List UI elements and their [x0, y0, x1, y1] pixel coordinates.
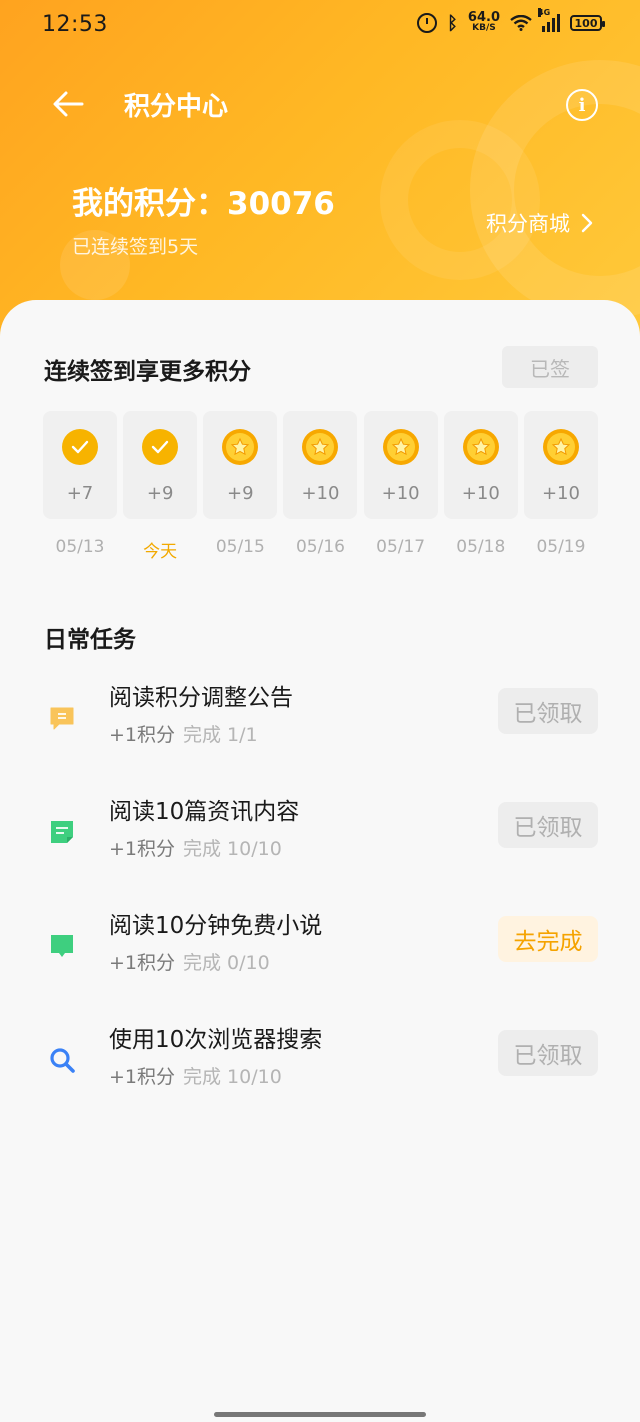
- task-points: +1积分: [109, 1066, 176, 1088]
- battery-icon: 100: [570, 15, 605, 31]
- sign-in-day: +10 05/17: [363, 411, 438, 562]
- task-points: +1积分: [109, 838, 176, 860]
- day-date: 05/17: [376, 537, 426, 557]
- task-meta: +1积分 完成 1/1: [109, 720, 258, 747]
- task-name: 阅读积分调整公告: [109, 685, 293, 711]
- sign-in-day: +10 05/18: [443, 411, 518, 562]
- sign-in-day: +10 05/16: [283, 411, 358, 562]
- day-points: +10: [461, 483, 500, 504]
- home-indicator[interactable]: [214, 1412, 426, 1417]
- task-item[interactable]: 阅读10分钟免费小说 +1积分 完成 0/10 去完成: [0, 906, 640, 986]
- my-points: 我的积分：30076: [72, 186, 335, 222]
- net-speed-unit: KB/S: [472, 23, 496, 33]
- sign-in-day-box: +10: [283, 411, 358, 519]
- news-icon: [48, 818, 76, 846]
- streak-text: 已连续签到5天: [72, 236, 199, 258]
- day-points: +9: [227, 483, 254, 504]
- task-name: 使用10次浏览器搜索: [109, 1027, 323, 1053]
- task-item[interactable]: 使用10次浏览器搜索 +1积分 完成 10/10 已领取: [0, 1020, 640, 1100]
- day-date: 05/19: [536, 537, 586, 557]
- sign-in-day: +7 05/13: [43, 411, 117, 562]
- day-date: 05/18: [456, 537, 506, 557]
- task-name: 阅读10篇资讯内容: [109, 799, 300, 825]
- sign-in-day-box: +10: [443, 411, 518, 519]
- signal-label: 4G: [538, 8, 551, 17]
- task-meta: +1积分 完成 10/10: [109, 1062, 282, 1089]
- daily-tasks-title: 日常任务: [44, 627, 136, 653]
- task-item[interactable]: 阅读10篇资讯内容 +1积分 完成 10/10 已领取: [0, 792, 640, 872]
- day-date: 05/16: [295, 537, 345, 557]
- task-progress: 完成 10/10: [183, 838, 282, 860]
- sign-in-day: +9 05/15: [203, 411, 278, 562]
- signed-button[interactable]: 已签: [502, 346, 598, 388]
- day-points: +10: [301, 483, 340, 504]
- alarm-icon: [417, 13, 438, 33]
- day-points: +10: [541, 483, 580, 504]
- task-progress: 完成 1/1: [183, 724, 258, 746]
- chevron-right-icon: [581, 213, 593, 233]
- cellular-signal-icon: 4G: [538, 8, 560, 32]
- sign-in-days: +7 05/13 +9 今天 +9 05/15 +10 05/16 +10 05/17 +10 05/…: [43, 411, 598, 562]
- star-coin-icon: [462, 429, 499, 465]
- sign-in-day-box: +10: [363, 411, 438, 519]
- day-points: +10: [381, 483, 420, 504]
- task-progress: 完成 0/10: [183, 952, 270, 974]
- status-bar: 12:53 ᛒ 64.0 KB/S 4G 100: [0, 0, 640, 50]
- day-points: +7: [66, 483, 94, 504]
- task-points: +1积分: [109, 724, 176, 746]
- star-coin-icon: [222, 429, 259, 465]
- task-meta: +1积分 完成 0/10: [109, 948, 270, 975]
- sign-in-day-box: +7: [43, 411, 117, 519]
- task-progress: 完成 10/10: [183, 1066, 282, 1088]
- claimed-button[interactable]: 已领取: [498, 1030, 598, 1076]
- task-name: 阅读10分钟免费小说: [109, 913, 323, 939]
- book-icon: [48, 932, 76, 960]
- star-coin-icon: [542, 429, 579, 465]
- status-time: 12:53: [42, 12, 108, 37]
- day-points: +9: [146, 483, 174, 504]
- arrow-left-icon: [53, 91, 84, 117]
- header-banner: 12:53 ᛒ 64.0 KB/S 4G 100 积分中心 i 我的积分：300…: [0, 0, 640, 340]
- sign-in-day: +10 05/19: [523, 411, 598, 562]
- star-coin-icon: [302, 429, 339, 465]
- claimed-button[interactable]: 已领取: [498, 688, 598, 734]
- wifi-icon: [510, 14, 532, 31]
- points-mall-label: 积分商城: [486, 212, 570, 236]
- claimed-button[interactable]: 已领取: [498, 802, 598, 848]
- status-icons: ᛒ 64.0 KB/S 4G 100: [417, 8, 605, 34]
- task-item[interactable]: 阅读积分调整公告 +1积分 完成 1/1 已领取: [0, 678, 640, 758]
- decorative-circle: [380, 120, 540, 280]
- info-icon[interactable]: i: [566, 89, 598, 121]
- go-complete-button[interactable]: 去完成: [498, 916, 598, 962]
- sign-in-day-box: +9: [123, 411, 198, 519]
- notice-icon: [48, 704, 76, 732]
- day-date: 05/13: [55, 537, 105, 557]
- net-speed-value: 64.0: [467, 10, 500, 25]
- network-speed: 64.0 KB/S: [467, 10, 500, 34]
- sign-in-day-box: +9: [203, 411, 278, 519]
- task-meta: +1积分 完成 10/10: [109, 834, 282, 861]
- day-date: 今天: [143, 542, 178, 562]
- bluetooth-icon: ᛒ: [447, 12, 458, 34]
- page-title: 积分中心: [124, 92, 229, 122]
- sign-in-day-box: +10: [523, 411, 598, 519]
- sign-in-title: 连续签到享更多积分: [44, 359, 251, 385]
- star-coin-icon: [382, 429, 419, 465]
- task-points: +1积分: [109, 952, 176, 974]
- back-button[interactable]: [50, 86, 90, 126]
- search-icon: [48, 1046, 76, 1074]
- points-mall-link[interactable]: 积分商城: [486, 208, 594, 238]
- sign-in-day: +9 今天: [123, 411, 198, 562]
- checkmark-icon: [142, 429, 179, 465]
- day-date: 05/15: [215, 537, 265, 557]
- checkmark-icon: [62, 429, 98, 465]
